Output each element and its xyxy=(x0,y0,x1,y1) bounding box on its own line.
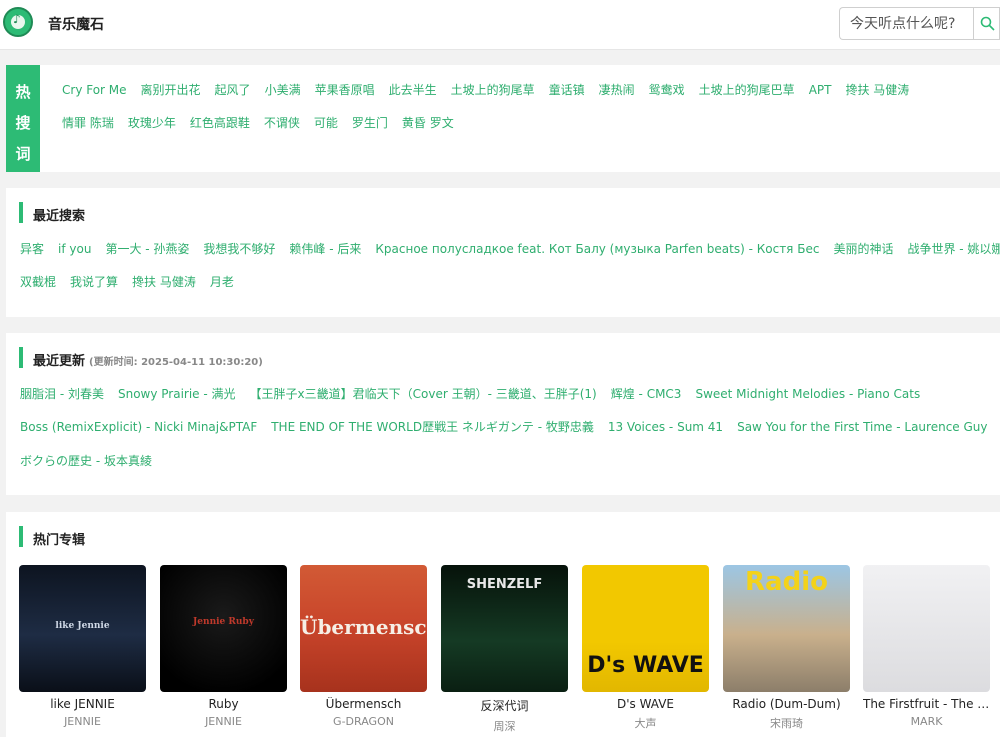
recent-update-link[interactable]: ボクらの歴史 - 坂本真綾 xyxy=(20,454,152,468)
recent-update-link[interactable]: Saw You for the First Time - Laurence Gu… xyxy=(737,420,987,434)
album-name[interactable]: like JENNIE xyxy=(19,697,146,711)
hot-search-row: 情罪 陈瑞 玫瑰少年 红色高跟鞋 不谓侠 可能 罗生门 黄昏 罗文 xyxy=(62,114,468,131)
recent-search-link[interactable]: Красное полусладкое feat. Кот Балу (музы… xyxy=(375,242,819,256)
hot-search-link[interactable]: 红色高跟鞋 xyxy=(190,116,250,130)
album-card[interactable]: Jennie Ruby Ruby JENNIE xyxy=(160,565,287,728)
album-cover[interactable]: Übermensch xyxy=(300,565,427,692)
hot-albums-card: 热门专辑 like Jennie like JENNIE JENNIE Jennie … xyxy=(6,512,1000,737)
recent-search-link[interactable]: 月老 xyxy=(210,275,234,289)
album-cover[interactable]: like Jennie xyxy=(19,565,146,692)
recent-update-card: 最近更新 (更新时间: 2025-04-11 10:30:20) 胭脂泪 - 刘春… xyxy=(6,333,1000,495)
recent-update-link[interactable]: Snowy Prairie - 满光 xyxy=(118,387,236,401)
recent-update-row: 胭脂泪 - 刘春美 Snowy Prairie - 满光 【王胖子x三畿道】君临天下… xyxy=(20,385,934,402)
recent-update-row: Boss (RemixExplicit) - Nicki Minaj&PTAF T… xyxy=(20,418,1000,435)
recent-update-link[interactable]: 胭脂泪 - 刘春美 xyxy=(20,387,104,401)
album-cover[interactable]: Jennie Ruby xyxy=(160,565,287,692)
hot-search-link[interactable]: APT xyxy=(809,83,832,97)
recent-update-link[interactable]: 【王胖子x三畿道】君临天下（Cover 王朝）- 三畿道、王胖子(1) xyxy=(250,387,597,401)
album-name[interactable]: D's WAVE xyxy=(582,697,709,711)
hot-search-link[interactable]: 黄昏 罗文 xyxy=(402,116,454,130)
album-cover-text: D's WAVE xyxy=(587,653,704,678)
recent-search-row: 异客 if you 第一大 - 孙燕姿 我想我不够好 赖伟峰 - 后来 Красное п… xyxy=(20,240,1000,257)
album-card[interactable]: like Jennie like JENNIE JENNIE xyxy=(19,565,146,728)
hot-search-link[interactable]: 离别开出花 xyxy=(141,83,201,97)
recent-search-link[interactable]: 第一大 - 孙燕姿 xyxy=(105,242,189,256)
album-artist[interactable]: 周深 xyxy=(441,718,568,734)
hot-search-link[interactable]: 土坡上的狗尾巴草 xyxy=(699,83,795,97)
recent-update-link[interactable]: 辉煌 - CMC3 xyxy=(611,387,682,401)
hot-search-link[interactable]: 苹果香原唱 xyxy=(315,83,375,97)
hot-search-link[interactable]: 凄热闹 xyxy=(599,83,635,97)
album-artist[interactable]: G-DRAGON xyxy=(300,715,427,728)
recent-search-link[interactable]: 战争世界 - 姚以娜 xyxy=(907,242,1000,256)
hot-search-row: Cry For Me 离别开出花 起风了 小美满 苹果香原唱 此去半生 土坡上的狗尾草 童话镇… xyxy=(62,81,923,98)
album-artist[interactable]: 大声 xyxy=(582,715,709,731)
album-artist[interactable]: 宋雨琦 xyxy=(723,715,850,731)
site-logo-icon[interactable] xyxy=(3,7,33,37)
hot-search-link[interactable]: Cry For Me xyxy=(62,83,127,97)
album-artist[interactable]: MARK xyxy=(863,715,990,728)
site-title[interactable]: 音乐魔石 xyxy=(48,14,104,34)
hot-search-link[interactable]: 搀扶 马健涛 xyxy=(845,83,909,97)
search-icon xyxy=(980,16,995,31)
hot-search-link[interactable]: 情罪 陈瑞 xyxy=(62,116,114,130)
album-cover-text: like Jennie xyxy=(55,621,110,631)
section-title-recent-update: 最近更新 (更新时间: 2025-04-11 10:30:20) xyxy=(19,347,263,369)
album-card[interactable]: The Firstfruit - The 1st Album MARK xyxy=(863,565,990,728)
album-cover[interactable] xyxy=(863,565,990,692)
album-cover-text: Radio xyxy=(745,567,828,597)
album-cover-text: SHENZELF xyxy=(466,577,543,592)
hot-search-link[interactable]: 可能 xyxy=(314,116,338,130)
recent-search-link[interactable]: if you xyxy=(58,242,91,256)
album-artist[interactable]: JENNIE xyxy=(19,715,146,728)
recent-update-link[interactable]: Boss (RemixExplicit) - Nicki Minaj&PTAF xyxy=(20,420,257,434)
recent-search-link[interactable]: 赖伟峰 - 后来 xyxy=(289,242,361,256)
album-name[interactable]: Übermensch xyxy=(300,697,427,711)
recent-update-link[interactable]: 13 Voices - Sum 41 xyxy=(608,420,723,434)
recent-search-link[interactable]: 搀扶 马健涛 xyxy=(132,275,196,289)
album-card[interactable]: SHENZELF 反深代词周深 xyxy=(441,565,568,734)
recent-update-link[interactable]: THE END OF THE WORLD歴戦王 ネルギガンテ - 牧野忠義 xyxy=(271,420,594,434)
section-title-hot-albums: 热门专辑 xyxy=(19,526,85,548)
album-card[interactable]: D's WAVE D's WAVE 大声 xyxy=(582,565,709,731)
album-cover-text: Jennie Ruby xyxy=(193,617,254,627)
album-cover[interactable]: SHENZELF xyxy=(441,565,568,692)
top-header: 音乐魔石 xyxy=(0,0,1000,50)
album-name[interactable]: Ruby xyxy=(160,697,287,711)
hot-search-link[interactable]: 起风了 xyxy=(215,83,251,97)
album-artist[interactable]: JENNIE xyxy=(160,715,287,728)
recent-update-row: ボクらの歴史 - 坂本真綾 xyxy=(20,452,166,469)
hot-search-link[interactable]: 土坡上的狗尾草 xyxy=(451,83,535,97)
hot-search-link[interactable]: 鸳鸯戏 xyxy=(649,83,685,97)
album-cover[interactable]: D's WAVE xyxy=(582,565,709,692)
recent-search-row: 双截棍 我说了算 搀扶 马健涛 月老 xyxy=(20,273,248,290)
album-name[interactable]: Radio (Dum-Dum) xyxy=(723,697,850,711)
search-input[interactable] xyxy=(839,7,974,40)
hot-search-tag: 热 搜 词 xyxy=(6,65,40,172)
hot-search-card: 热 搜 词 Cry For Me 离别开出花 起风了 小美满 苹果香原唱 此去半生 土坡上的… xyxy=(6,65,1000,172)
hot-search-link[interactable]: 玫瑰少年 xyxy=(128,116,176,130)
album-cover[interactable]: Radio xyxy=(723,565,850,692)
hot-search-link[interactable]: 小美满 xyxy=(265,83,301,97)
recent-search-link[interactable]: 我说了算 xyxy=(70,275,118,289)
album-card[interactable]: Übermensch Übermensch G-DRAGON xyxy=(300,565,427,728)
album-name[interactable]: 反深代词 xyxy=(441,697,568,714)
recent-search-link[interactable]: 我想我不够好 xyxy=(203,242,275,256)
recent-search-link[interactable]: 异客 xyxy=(20,242,44,256)
album-cover-text: Übermensch xyxy=(300,615,427,639)
section-title-recent-search: 最近搜索 xyxy=(19,202,85,224)
update-time: (更新时间: 2025-04-11 10:30:20) xyxy=(89,357,263,368)
hot-search-link[interactable]: 童话镇 xyxy=(549,83,585,97)
recent-search-link[interactable]: 美丽的神话 xyxy=(833,242,893,256)
hot-search-link[interactable]: 罗生门 xyxy=(352,116,388,130)
recent-search-link[interactable]: 双截棍 xyxy=(20,275,56,289)
hot-search-link[interactable]: 不谓侠 xyxy=(264,116,300,130)
album-name[interactable]: The Firstfruit - The 1st Album xyxy=(863,697,990,711)
hot-search-link[interactable]: 此去半生 xyxy=(389,83,437,97)
recent-update-link[interactable]: Sweet Midnight Melodies - Piano Cats xyxy=(695,387,920,401)
search-button[interactable] xyxy=(973,7,1000,40)
album-card[interactable]: Radio Radio (Dum-Dum) 宋雨琦 xyxy=(723,565,850,731)
recent-search-card: 最近搜索 异客 if you 第一大 - 孙燕姿 我想我不够好 赖伟峰 - 后来 Крас… xyxy=(6,188,1000,317)
